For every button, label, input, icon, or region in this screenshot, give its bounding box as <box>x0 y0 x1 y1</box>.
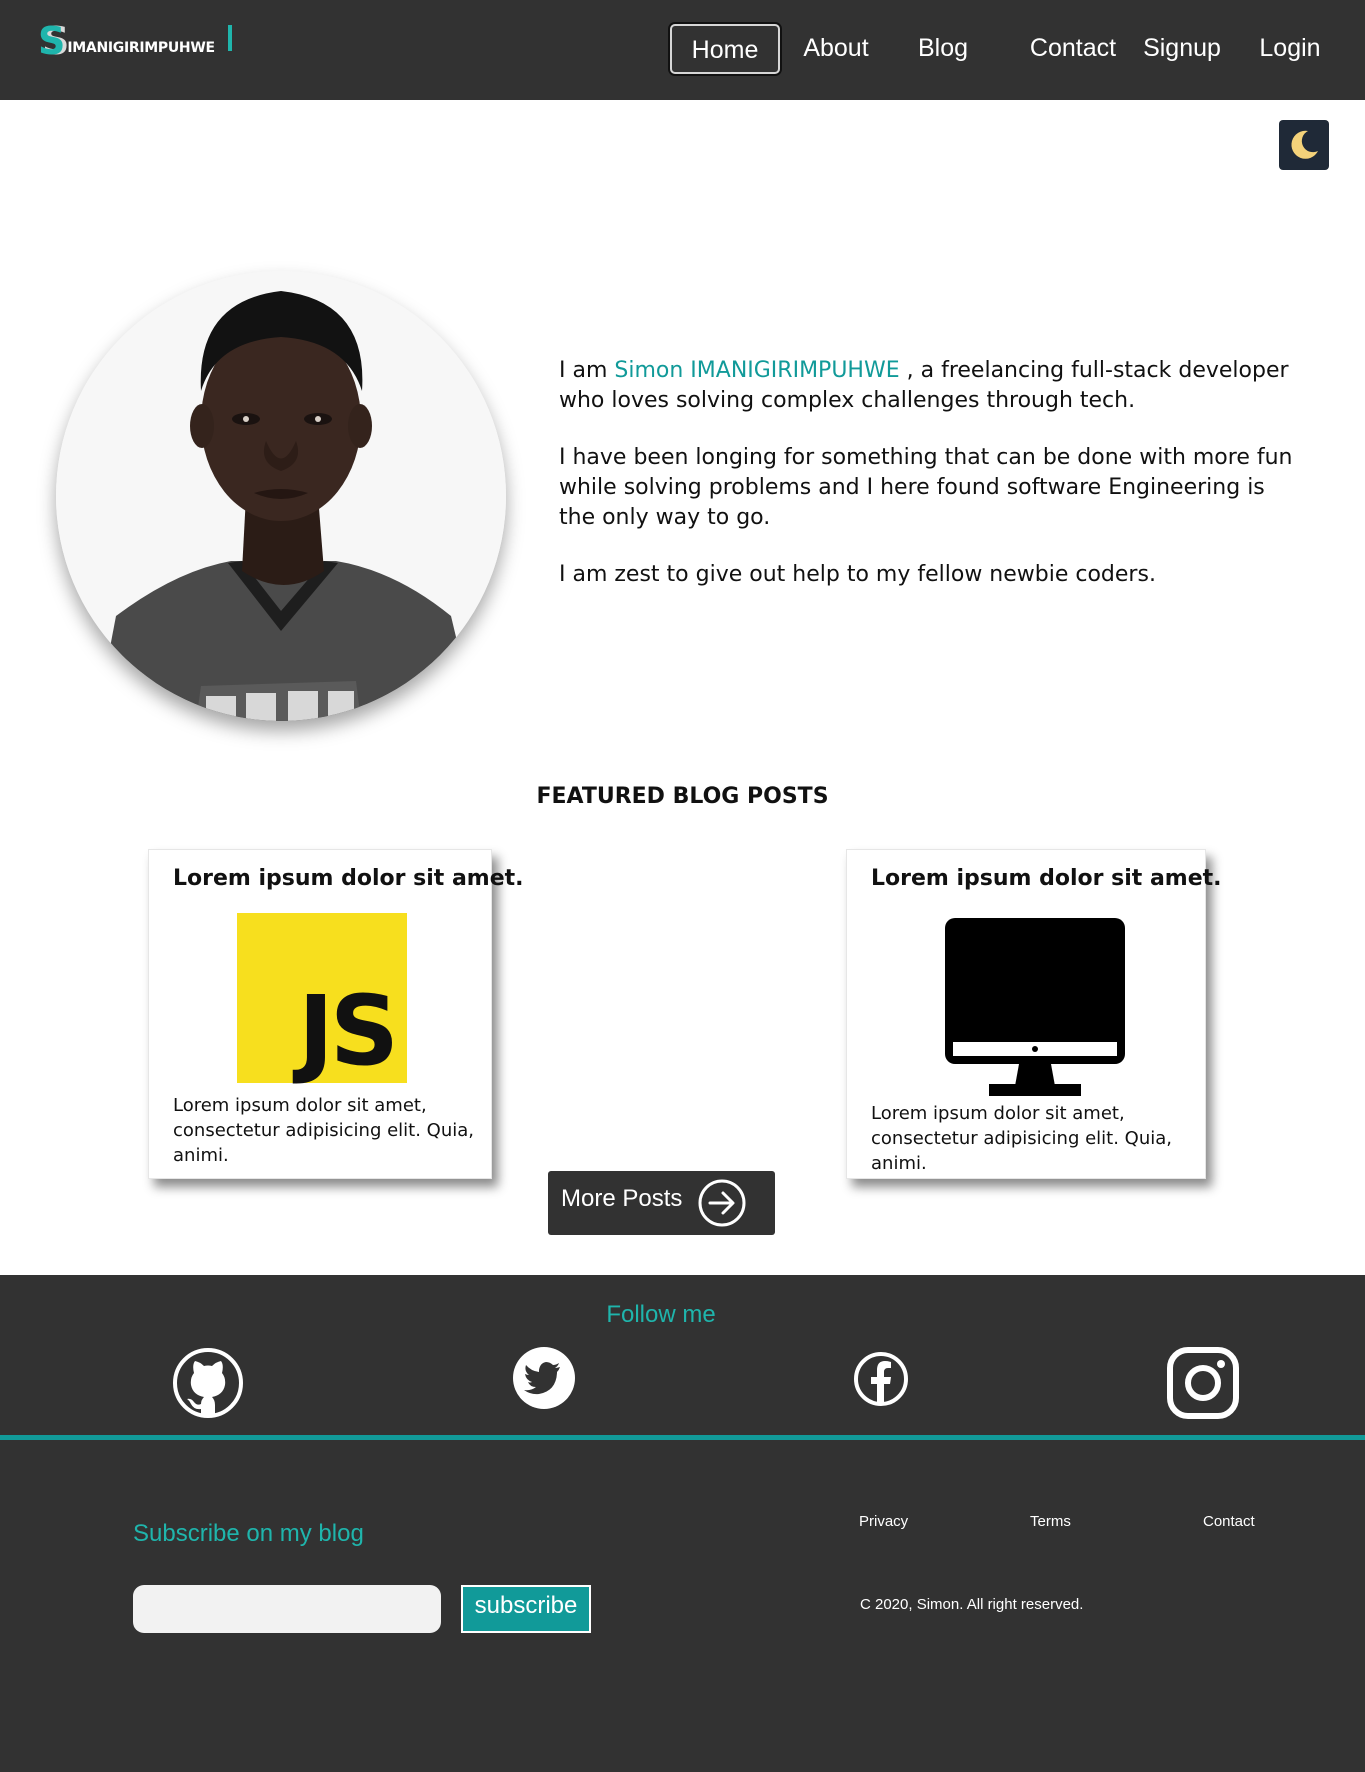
theme-toggle-button[interactable] <box>1279 120 1329 170</box>
bio-text: I am Simon IMANIGIRIMPUHWE , a freelanci… <box>559 356 1299 617</box>
moon-icon <box>1291 130 1318 159</box>
blog-post-card[interactable]: Lorem ipsum dolor sit amet. Lorem ipsum … <box>846 849 1222 1179</box>
nav-blog[interactable]: Blog <box>910 24 976 74</box>
post-title[interactable]: Lorem ipsum dolor sit amet. <box>871 866 1222 891</box>
bio-intro: I am Simon IMANIGIRIMPUHWE , a freelanci… <box>559 356 1299 416</box>
post-title[interactable]: Lorem ipsum dolor sit amet. <box>173 866 524 891</box>
author-name: Simon IMANIGIRIMPUHWE <box>614 358 900 383</box>
footer-divider <box>0 1435 1365 1440</box>
featured-posts-heading: FEATURED BLOG POSTS <box>536 784 829 809</box>
follow-me-heading: Follow me <box>606 1301 716 1328</box>
more-posts-button[interactable]: More Posts <box>548 1171 775 1235</box>
nav-home[interactable]: Home <box>670 24 780 74</box>
subscribe-button[interactable]: subscribe <box>461 1585 591 1633</box>
footer-link-privacy[interactable]: Privacy <box>859 1513 908 1530</box>
post-excerpt: Lorem ipsum dolor sit amet, consectetur … <box>871 1103 1173 1174</box>
js-logo-text: JS <box>298 975 399 1087</box>
blog-post-card[interactable]: Lorem ipsum dolor sit amet. JS Lorem ips… <box>148 849 524 1179</box>
subscribe-email-input[interactable] <box>133 1585 441 1633</box>
github-link[interactable] <box>172 1347 244 1424</box>
post-excerpt: Lorem ipsum dolor sit amet, consectetur … <box>173 1095 475 1166</box>
page-footer: Follow me Subscribe on my blog subscribe… <box>0 1275 1365 1772</box>
logo-cursor-bar <box>228 25 232 51</box>
twitter-link[interactable] <box>513 1347 575 1414</box>
arrow-right-circle-icon <box>698 1179 746 1227</box>
more-posts-label: More Posts <box>561 1185 683 1212</box>
bio-paragraph-2: I have been longing for something that c… <box>559 445 1293 530</box>
profile-photo <box>56 271 506 721</box>
nav-about[interactable]: About <box>796 24 876 74</box>
monitor-icon <box>945 918 1125 1096</box>
javascript-logo: JS <box>237 913 407 1083</box>
footer-link-terms[interactable]: Terms <box>1030 1513 1071 1530</box>
bio-intro-prefix: I am <box>559 358 615 383</box>
site-logo[interactable]: S IMANIGIRIMPUHWE <box>38 20 215 60</box>
nav-signup[interactable]: Signup <box>1141 24 1223 74</box>
facebook-link[interactable] <box>853 1351 909 1412</box>
logo-initial: S <box>38 19 66 63</box>
top-navbar: S IMANIGIRIMPUHWE Home About Blog Contac… <box>0 0 1365 100</box>
footer-link-contact[interactable]: Contact <box>1203 1513 1255 1530</box>
nav-login[interactable]: Login <box>1256 24 1324 74</box>
instagram-icon <box>1167 1347 1239 1419</box>
twitter-icon <box>513 1347 575 1409</box>
bio-paragraph-3: I am zest to give out help to my fellow … <box>559 562 1156 587</box>
facebook-icon <box>854 1352 908 1406</box>
nav-contact[interactable]: Contact <box>1025 24 1121 74</box>
instagram-link[interactable] <box>1167 1347 1239 1424</box>
copyright-text: C 2020, Simon. All right reserved. <box>860 1596 1084 1613</box>
github-icon <box>173 1348 243 1418</box>
subscribe-heading: Subscribe on my blog <box>133 1520 364 1547</box>
logo-text: IMANIGIRIMPUHWE <box>67 40 215 56</box>
